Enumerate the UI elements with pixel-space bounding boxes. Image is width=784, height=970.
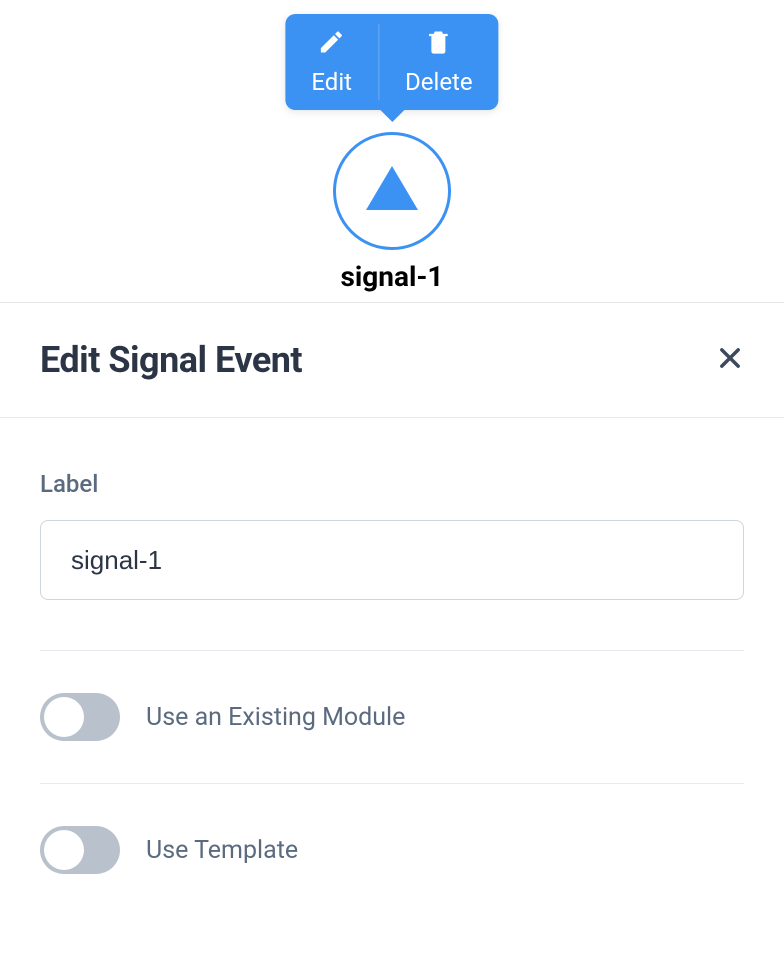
- use-template-row: Use Template: [40, 784, 744, 916]
- toggle-knob: [44, 830, 84, 870]
- panel-body: Label Use an Existing Module Use Templat…: [0, 418, 784, 916]
- edit-button[interactable]: Edit: [285, 14, 378, 110]
- canvas-area: Edit Delete signal-1: [0, 0, 784, 303]
- use-existing-module-row: Use an Existing Module: [40, 651, 744, 784]
- trash-icon: [425, 28, 453, 62]
- panel-header: Edit Signal Event: [0, 303, 784, 418]
- edit-button-label: Edit: [311, 68, 352, 96]
- pencil-icon: [318, 28, 346, 62]
- node-context-popover: Edit Delete: [285, 14, 498, 110]
- triangle-icon: [366, 166, 418, 210]
- panel-title: Edit Signal Event: [40, 339, 302, 381]
- use-template-label: Use Template: [146, 836, 298, 865]
- use-existing-module-toggle[interactable]: [40, 693, 120, 741]
- signal-node[interactable]: signal-1: [333, 132, 451, 293]
- delete-button-label: Delete: [405, 68, 473, 96]
- close-button[interactable]: [716, 344, 744, 376]
- node-label: signal-1: [341, 260, 444, 293]
- toggle-knob: [44, 697, 84, 737]
- delete-button[interactable]: Delete: [379, 14, 499, 110]
- node-circle: [333, 132, 451, 250]
- label-input[interactable]: [40, 520, 744, 600]
- label-field-label: Label: [40, 470, 744, 498]
- close-icon: [716, 344, 744, 376]
- use-existing-module-label: Use an Existing Module: [146, 703, 405, 732]
- use-template-toggle[interactable]: [40, 826, 120, 874]
